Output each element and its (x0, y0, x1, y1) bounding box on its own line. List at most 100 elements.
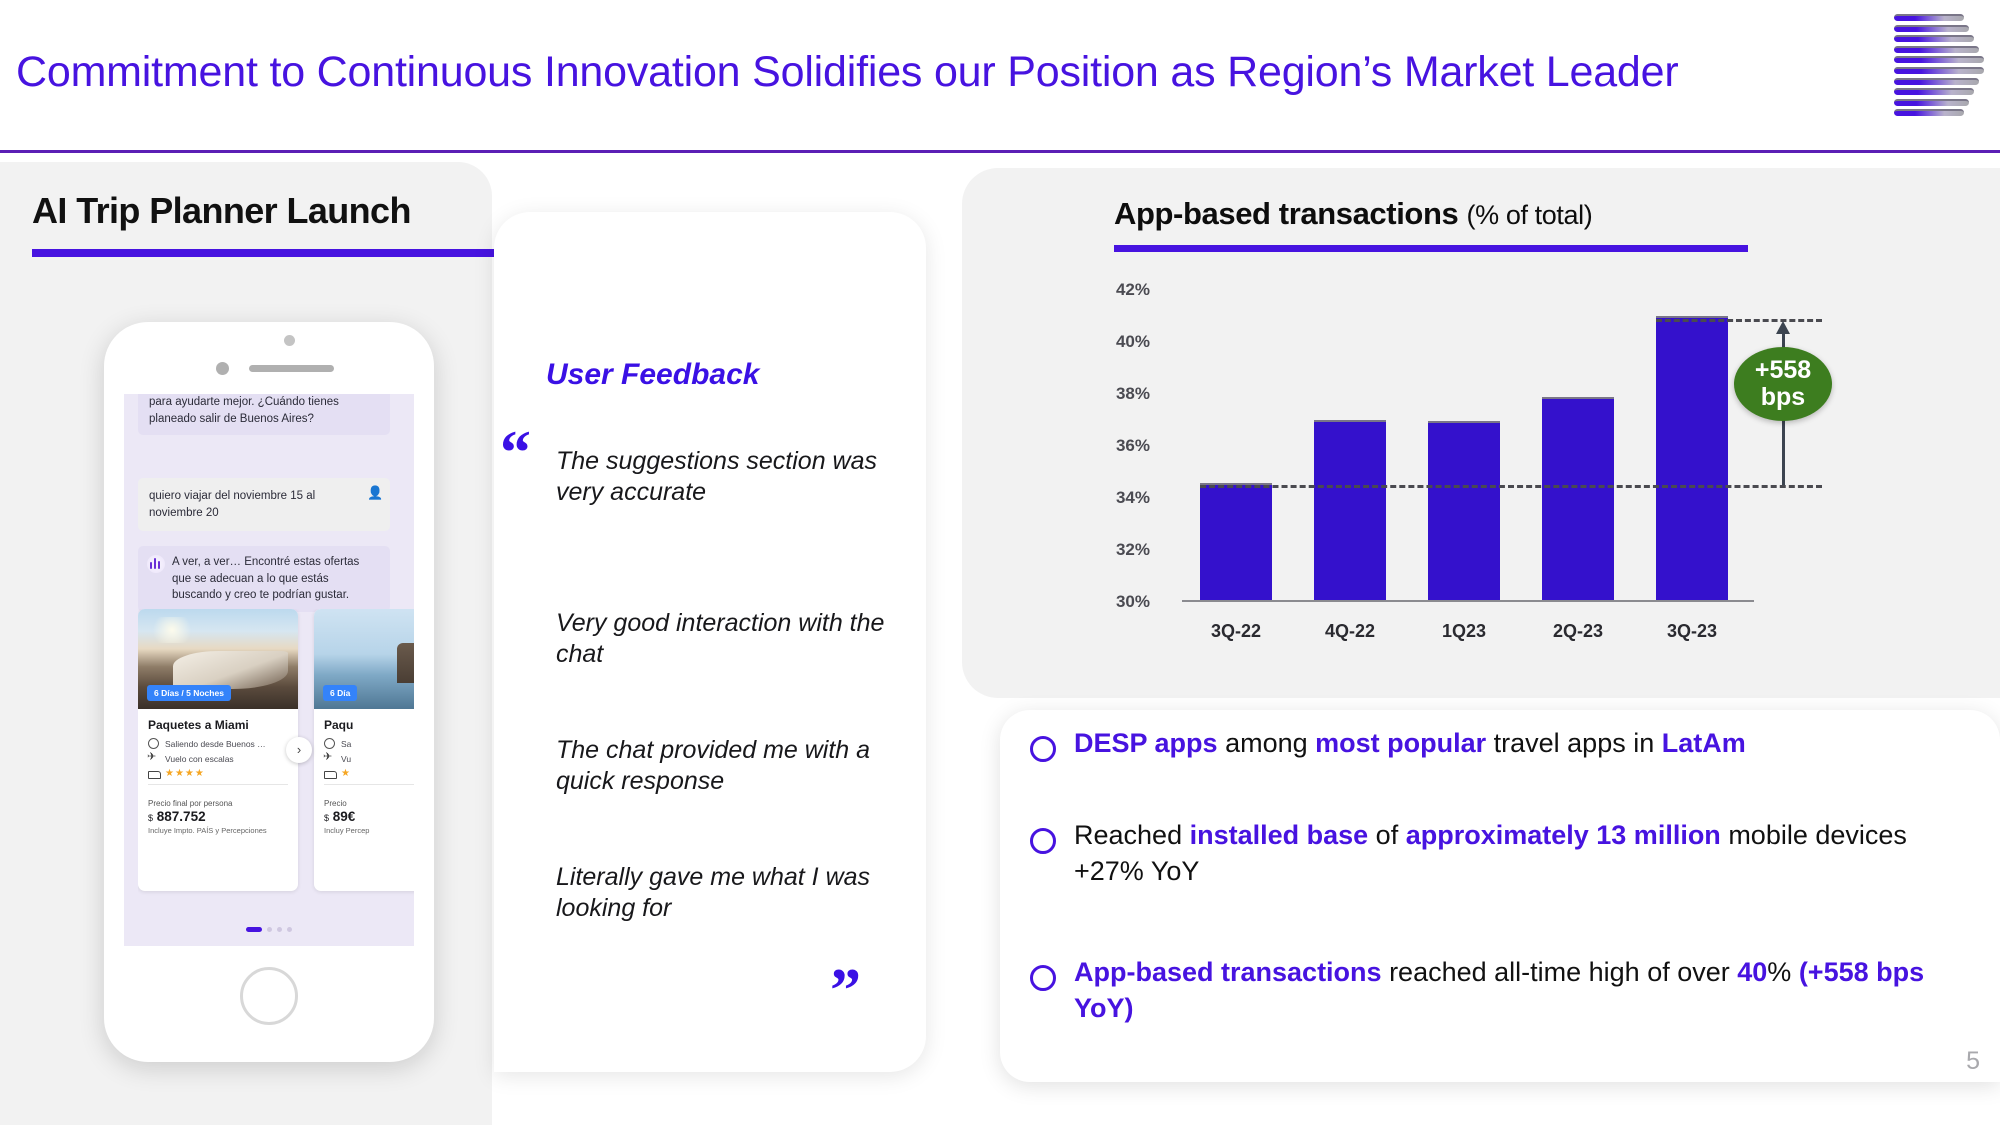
carousel-dots[interactable] (246, 927, 292, 932)
offer-card[interactable]: 6 Días / 5 Noches Paquetes a Miami Salie… (138, 609, 298, 891)
bullet-item: DESP apps among most popular travel apps… (1030, 726, 1960, 762)
offer-title: Paqu (324, 718, 354, 732)
price-amount: 887.752 (156, 809, 206, 824)
feedback-quote: The suggestions section was very accurat… (556, 447, 878, 506)
x-axis-tick-label: 3Q-23 (1666, 621, 1718, 641)
offer-photo: 6 Día (314, 609, 414, 709)
logo-bar (1894, 77, 1979, 85)
carousel-dot[interactable] (287, 927, 292, 932)
offer-title: Paquetes a Miami (148, 718, 249, 732)
price-value: $ 887.752 (148, 809, 288, 824)
offer-duration-badge: 6 Día (323, 685, 358, 701)
logo-bar (1894, 14, 1964, 21)
bullet-plain: of (1368, 820, 1406, 850)
x-axis-line (1182, 599, 1754, 602)
bullet-text: DESP apps among most popular travel apps… (1074, 726, 1746, 762)
offers-carousel[interactable]: 6 Días / 5 Noches Paquetes a Miami Salie… (138, 609, 414, 899)
logo-bar (1894, 45, 1979, 53)
chart-bar (1428, 421, 1500, 600)
phone-sensor-icon (284, 335, 295, 346)
x-axis-tick-label: 4Q-22 (1324, 621, 1376, 641)
logo-bar (1894, 67, 1984, 74)
bullet-emphasis: App-based transactions (1074, 957, 1382, 987)
bullet-plain: travel apps in (1486, 728, 1662, 758)
circle-icon (324, 738, 335, 749)
bullet-text: App-based transactions reached all-time … (1074, 955, 1960, 1027)
bullet-text: Reached installed base of approximately … (1074, 818, 1960, 890)
slide-header: Commitment to Continuous Innovation Soli… (0, 0, 2000, 152)
bullet-emphasis: approximately 13 million (1405, 820, 1721, 850)
chat-bubble-bot: para ayudarte mejor. ¿Cuándo tienes plan… (138, 394, 390, 436)
y-axis-tick-label: 36% (1115, 436, 1150, 455)
rating-stars: ★★★★ (165, 768, 205, 779)
y-axis-tick-label: 34% (1115, 488, 1150, 507)
logo-bar (1894, 35, 1974, 43)
y-axis-tick-label: 42% (1115, 280, 1150, 299)
phone-mockup: para ayudarte mejor. ¿Cuándo tienes plan… (104, 322, 434, 1062)
feedback-quote: Very good interaction with the chat (556, 609, 885, 668)
reference-line-low (1200, 485, 1822, 488)
offer-flight-text: Vu (341, 753, 352, 764)
page-title: Commitment to Continuous Innovation Soli… (16, 48, 1679, 96)
carousel-dot[interactable] (277, 927, 282, 932)
chart-title-underline (1114, 245, 1748, 252)
price-note: Incluy Percep (324, 826, 370, 835)
bullet-plain: % (1767, 957, 1799, 987)
carousel-dot-active[interactable] (246, 927, 262, 932)
header-divider (0, 150, 2000, 153)
offer-duration-badge: 6 Días / 5 Noches (147, 685, 231, 701)
chat-message-text: quiero viajar del noviembre 15 al noviem… (149, 490, 316, 519)
chart-title-sub: (% of total) (1466, 200, 1593, 230)
bullet-item: App-based transactions reached all-time … (1030, 955, 1960, 1027)
feedback-quote: Literally gave me what I was looking for (556, 863, 871, 922)
logo-bar (1894, 109, 1964, 117)
offer-photo: 6 Días / 5 Noches (138, 609, 298, 709)
ai-trip-planner-title: AI Trip Planner Launch (32, 190, 411, 231)
price-amount: 89€ (332, 809, 356, 824)
assistant-avatar-icon (147, 555, 165, 573)
slide-number: 5 (1966, 1047, 1980, 1075)
bullet-emphasis: most popular (1315, 728, 1487, 758)
delta-badge-unit: bps (1760, 382, 1806, 411)
y-axis-tick-label: 40% (1115, 332, 1150, 351)
offer-flight-row: Vu (323, 750, 414, 764)
delta-arrow-head-icon (1776, 320, 1790, 334)
reference-line-high (1656, 318, 1822, 322)
user-avatar-icon: 👤 (367, 485, 384, 500)
bullet-emphasis: DESP apps (1074, 728, 1218, 758)
bullet-circle-icon (1030, 828, 1056, 854)
bullet-emphasis: 40 (1737, 957, 1768, 987)
offer-rating-row: ★ (324, 768, 414, 779)
chart-bar (1200, 482, 1272, 600)
bullet-emphasis: installed base (1189, 820, 1369, 850)
bullet-emphasis: LatAm (1661, 728, 1746, 758)
chart-title-main: App-based transactions (1114, 196, 1459, 231)
logo-bar (1894, 24, 1969, 32)
logo-bar (1894, 56, 1984, 64)
phone-home-button (240, 967, 298, 1025)
chat-bubble-bot: A ver, a ver… Encontré estas ofertas que… (138, 546, 390, 613)
bed-icon (148, 768, 161, 779)
carousel-dot[interactable] (267, 927, 272, 932)
chat-message-text: para ayudarte mejor. ¿Cuándo tienes plan… (149, 396, 339, 425)
price-label: Precio final por persona (148, 799, 233, 808)
x-axis-tick-label: 1Q23 (1441, 621, 1487, 641)
feedback-quote: The chat provided me with a quick respon… (556, 736, 871, 795)
phone-speaker-icon (249, 365, 334, 372)
offer-price-block: Precio $ 89€ Incluy Percep (314, 791, 414, 835)
bed-icon (324, 768, 337, 779)
carousel-next-icon[interactable]: › (286, 737, 312, 763)
chart-bar (1542, 396, 1614, 600)
currency-symbol: $ (324, 813, 330, 823)
offer-card[interactable]: 6 Día Paqu Sa Vu ★ (314, 609, 414, 891)
company-logo-icon (1894, 12, 1986, 120)
y-axis-tick-label: 30% (1115, 592, 1150, 611)
chat-message-text: A ver, a ver… Encontré estas ofertas que… (172, 556, 360, 602)
delta-badge-value: +558 (1754, 356, 1812, 385)
offer-origin-text: Sa (341, 738, 352, 749)
logo-bar (1894, 88, 1974, 96)
chart-bar (1314, 420, 1386, 600)
divider (324, 784, 414, 785)
bullet-circle-icon (1030, 736, 1056, 762)
divider (148, 784, 288, 785)
